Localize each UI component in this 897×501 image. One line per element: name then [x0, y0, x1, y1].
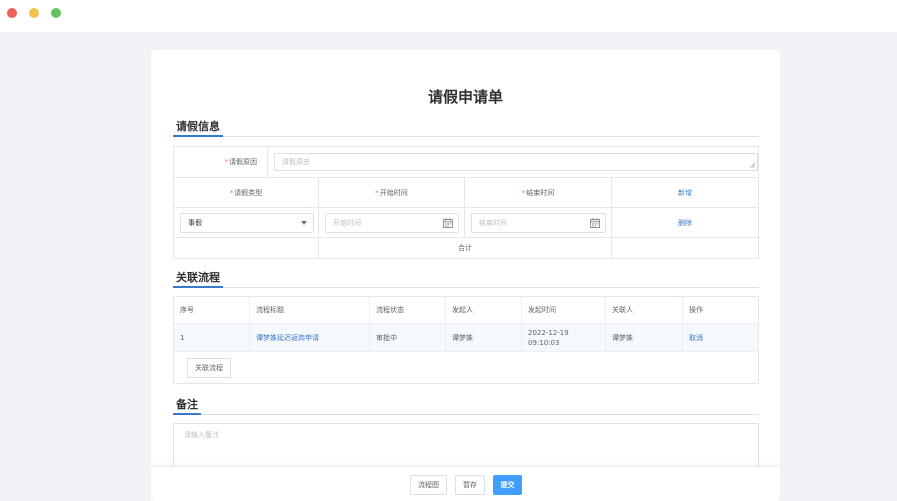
- col-action: 操作: [689, 306, 703, 314]
- leave-info-grid: * 请假原因 请假原由 * 请假类型 * 开始时间 * 结束时间 新增 事假 开始时间: [173, 146, 759, 259]
- footer-action-bar: 流程图 暂存 提交: [151, 466, 780, 501]
- row-initiator: 谭梦姝: [446, 324, 522, 351]
- section-title: 关联流程: [173, 271, 223, 288]
- row-clock: 09:10:03: [528, 338, 560, 347]
- start-header-label: 开始时间: [379, 188, 408, 197]
- end-header-label: 结束时间: [526, 188, 555, 197]
- reason-label: 请假原因: [229, 158, 257, 166]
- process-table: 序号 流程标题 流程状态 发起人 发起时间 关联人 操作 1 谭梦姝延迟返岗申请…: [173, 296, 759, 384]
- page-title: 请假申请单: [427, 88, 503, 106]
- start-date-input[interactable]: 开始时间: [325, 213, 459, 233]
- type-header: * 请假类型: [174, 178, 319, 208]
- end-header: * 结束时间: [465, 178, 612, 208]
- total-label: 合计: [458, 244, 472, 252]
- add-header: 新增: [612, 178, 759, 208]
- start-date-placeholder: 开始时间: [333, 219, 361, 227]
- col-related: 关联人: [606, 297, 683, 323]
- row-date: 2022-12-19: [528, 328, 569, 337]
- add-row-link[interactable]: 新增: [678, 188, 692, 198]
- process-title-link[interactable]: 谭梦姝延迟返岗申请: [256, 333, 319, 343]
- calendar-icon[interactable]: [590, 218, 600, 228]
- total-label-cell: 合计: [319, 238, 612, 259]
- save-draft-button[interactable]: 暂存: [455, 475, 485, 495]
- row-index: 1: [174, 324, 250, 351]
- cancel-link[interactable]: 取消: [689, 333, 703, 343]
- table-row: 1 谭梦姝延迟返岗申请 审批中 谭梦姝 2022-12-19 09:10:03 …: [174, 324, 758, 352]
- row-status: 审批中: [370, 324, 446, 351]
- delete-row-link[interactable]: 删除: [678, 218, 692, 228]
- table-header-row: 序号 流程标题 流程状态 发起人 发起时间 关联人 操作: [174, 297, 758, 324]
- remarks-textarea[interactable]: 请输入备注: [173, 423, 759, 468]
- total-empty-cell: [174, 238, 319, 259]
- reason-label-cell: * 请假原因: [174, 147, 268, 178]
- chevron-down-icon: [301, 221, 307, 225]
- type-header-label: 请假类型: [234, 188, 263, 197]
- link-process-button[interactable]: 关联流程: [187, 358, 231, 378]
- col-initiator: 发起人: [446, 297, 522, 323]
- minimize-window-dot[interactable]: [29, 8, 39, 18]
- submit-button[interactable]: 提交: [493, 475, 522, 495]
- maximize-window-dot[interactable]: [51, 8, 61, 18]
- required-mark: *: [224, 158, 229, 166]
- required-mark: *: [375, 188, 379, 197]
- form-card: 请假申请单 请假信息 * 请假原因 请假原由 * 请假类型 * 开始时间 * 结束时间…: [151, 50, 780, 501]
- section-title: 请假信息: [173, 120, 223, 137]
- close-window-dot[interactable]: [7, 8, 17, 18]
- resize-handle-icon[interactable]: [750, 163, 755, 168]
- window-titlebar: [0, 0, 897, 33]
- row-time: 2022-12-19 09:10:03: [522, 324, 606, 351]
- delete-cell: 删除: [612, 208, 759, 238]
- reason-textarea[interactable]: 请假原由: [274, 153, 758, 171]
- row-related: 谭梦姝: [606, 324, 683, 351]
- leave-type-value: 事假: [188, 219, 202, 227]
- reason-placeholder: 请假原由: [282, 158, 310, 166]
- section-remarks: 备注: [173, 398, 759, 415]
- col-time: 发起时间: [522, 297, 606, 323]
- required-mark: *: [521, 188, 526, 197]
- leave-type-select[interactable]: 事假: [180, 213, 314, 233]
- calendar-icon[interactable]: [443, 218, 453, 228]
- section-related-process: 关联流程: [173, 271, 759, 288]
- total-value-cell: [612, 238, 759, 259]
- end-date-input[interactable]: 结束时间: [471, 213, 606, 233]
- col-status: 流程状态: [370, 297, 446, 323]
- section-title: 备注: [173, 398, 201, 415]
- start-header: * 开始时间: [319, 178, 465, 208]
- required-mark: *: [229, 188, 234, 197]
- col-title: 流程标题: [250, 297, 370, 323]
- remarks-placeholder: 请输入备注: [184, 431, 219, 439]
- col-index: 序号: [174, 297, 250, 323]
- flowchart-button[interactable]: 流程图: [410, 475, 447, 495]
- section-leave-info: 请假信息: [173, 120, 759, 137]
- end-date-placeholder: 结束时间: [479, 219, 507, 227]
